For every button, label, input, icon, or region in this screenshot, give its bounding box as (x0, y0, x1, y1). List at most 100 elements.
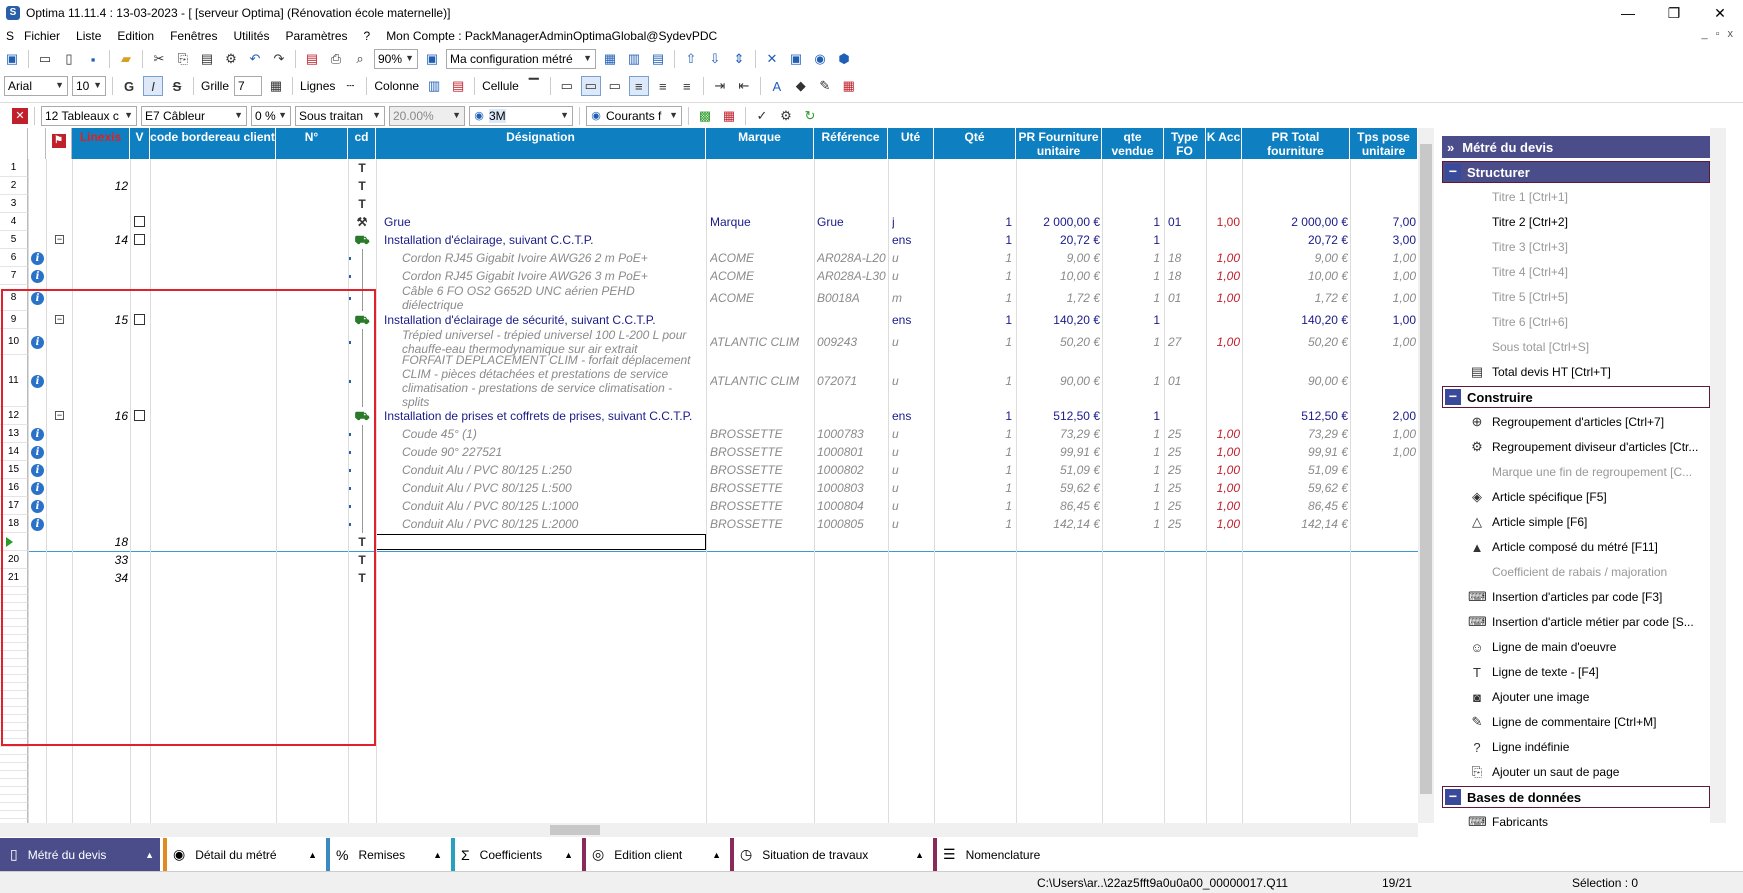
panel-title[interactable]: » Métré du devis (1442, 136, 1710, 158)
panel-scrollbar[interactable] (1710, 128, 1726, 823)
calendar-icon[interactable]: ▦ (719, 106, 739, 126)
format-painter-icon[interactable]: ✎ (815, 76, 835, 96)
pdf-icon[interactable]: ▤ (302, 49, 322, 69)
panel-group-2[interactable]: − Bases de données (1442, 786, 1710, 808)
scroll-thumb[interactable] (550, 825, 600, 835)
panel-item[interactable]: ⌨ Fabricants (1468, 811, 1548, 833)
refresh-icon[interactable]: ↻ (800, 106, 820, 126)
print-icon[interactable]: ⎙ (326, 49, 346, 69)
header-marque[interactable]: Marque (706, 128, 814, 159)
move-up-icon[interactable]: ⇧ (681, 49, 701, 69)
tab-6[interactable]: ☰ Nomenclature (933, 838, 1081, 871)
copy-doc-icon[interactable]: ▯ (59, 49, 79, 69)
grid-lines-icon[interactable]: ▦ (266, 76, 286, 96)
row-number[interactable]: 6 (0, 249, 28, 267)
header-qte-vendue[interactable]: qte vendue (1102, 128, 1164, 159)
panel-item[interactable]: ◈ Article spécifique [F5] (1468, 486, 1607, 508)
collapse-minus-icon[interactable]: − (55, 315, 64, 324)
info-icon[interactable]: i (31, 335, 44, 349)
header-ute[interactable]: Uté (888, 128, 934, 159)
outdent-icon[interactable]: ⇤ (734, 76, 754, 96)
align-right-icon[interactable]: ≡ (677, 76, 697, 96)
panel-item[interactable]: T Ligne de texte - [F4] (1468, 661, 1599, 683)
row-number[interactable]: 3 (0, 195, 28, 213)
validate-checkbox[interactable] (134, 216, 145, 227)
validate-checkbox[interactable] (134, 314, 145, 325)
menu-fichier[interactable]: Fichier (16, 29, 68, 43)
mdi-close-icon[interactable]: x (1728, 28, 1734, 40)
row-number[interactable]: 14 (0, 443, 28, 461)
menu-edition[interactable]: Edition (109, 29, 162, 43)
header-pr-fourniture[interactable]: PR Fourniture unitaire (1016, 128, 1102, 159)
row-number[interactable]: 4 (0, 213, 28, 231)
mdi-minimize-icon[interactable]: _ (1701, 28, 1707, 40)
tab-3[interactable]: Σ Coefficients ▲ (451, 838, 579, 871)
bold-button[interactable]: G (119, 76, 139, 96)
panel-item[interactable]: △ Article simple [F6] (1468, 511, 1587, 533)
panel-item[interactable]: ◙ Ajouter une image (1468, 686, 1589, 708)
menu-account[interactable]: Mon Compte : PackManagerAdminOptimaGloba… (378, 29, 725, 43)
tab-arrow-icon[interactable]: ▲ (712, 850, 721, 860)
valign-top-icon[interactable]: ▭ (557, 76, 577, 96)
move-down-icon[interactable]: ⇩ (705, 49, 725, 69)
panel-group-1[interactable]: − Construire (1442, 386, 1710, 408)
composed-article-icon[interactable]: ⛟ (354, 311, 370, 329)
tab-4[interactable]: ◎ Edition client ▲ (582, 838, 727, 871)
fill-color-icon[interactable]: ◆ (791, 76, 811, 96)
tab-1[interactable]: ◉ Détail du métré ▲ (163, 838, 323, 871)
row-number[interactable]: 7 (0, 267, 28, 285)
globe-icon[interactable]: ◉ (810, 49, 830, 69)
text-line-icon[interactable]: T (354, 551, 370, 569)
tab-arrow-icon[interactable]: ▲ (145, 850, 154, 860)
row-number[interactable]: 1 (0, 159, 28, 177)
tableaux-select[interactable]: 12 Tableaux c ▼ (41, 105, 137, 126)
row-number[interactable] (0, 533, 28, 551)
info-icon[interactable]: i (31, 481, 44, 495)
text-line-icon[interactable]: T (354, 195, 370, 213)
header-v[interactable]: V (130, 128, 150, 159)
row-number[interactable]: 17 (0, 497, 28, 515)
valign-middle-icon[interactable]: ▭ (580, 76, 601, 96)
header-tps-pose[interactable]: Tps pose unitaire (1350, 128, 1418, 159)
collapse-minus-icon[interactable]: − (55, 235, 64, 244)
row-number[interactable]: 16 (0, 479, 28, 497)
composed-article-icon[interactable]: ⛟ (354, 231, 370, 249)
info-icon[interactable]: i (31, 251, 44, 265)
cell-border-icon[interactable]: ▔ (524, 76, 544, 96)
panel-item[interactable]: ▲ Article composé du métré [F11] (1468, 536, 1658, 558)
text-line-icon[interactable]: T (354, 159, 370, 177)
composed-article-icon[interactable]: ⛟ (354, 407, 370, 425)
open-folder-icon[interactable]: ▰ (116, 49, 136, 69)
cut-icon[interactable]: ✂ (149, 49, 169, 69)
info-icon[interactable]: i (31, 517, 44, 531)
save-icon[interactable]: ▪ (83, 49, 103, 69)
spell-check-icon[interactable]: ✓ (752, 106, 772, 126)
courants-select[interactable]: ◉ Courants f ▼ (586, 105, 682, 126)
info-icon[interactable]: i (31, 445, 44, 459)
copy-icon[interactable]: ⎘ (173, 49, 193, 69)
panel-item[interactable]: ☺ Ligne de main d'oeuvre (1468, 636, 1616, 658)
columns-icon[interactable]: ▥ (624, 49, 644, 69)
tools-icon[interactable]: ✕ (762, 49, 782, 69)
clear-icon[interactable]: ⚙ (221, 49, 241, 69)
text-line-icon[interactable]: T (354, 533, 370, 551)
info-icon[interactable]: i (31, 291, 44, 305)
info-icon[interactable]: i (31, 427, 44, 441)
supplier-select[interactable]: ◉ 3M ▼ (469, 105, 573, 126)
collapse-minus-icon[interactable]: − (55, 411, 64, 420)
menu-fenetres[interactable]: Fenêtres (162, 29, 225, 43)
panel-item[interactable]: ✎ Ligne de commentaire [Ctrl+M] (1468, 711, 1657, 733)
menu-liste[interactable]: Liste (68, 29, 109, 43)
info-icon[interactable]: i (31, 269, 44, 283)
panel-item[interactable]: ⌨ Insertion d'article métier par code [S.… (1468, 611, 1694, 633)
panel-group-0[interactable]: − Structurer (1442, 161, 1710, 183)
menu-utilites[interactable]: Utilités (225, 29, 277, 43)
panel-item[interactable]: ? Ligne indéfinie (1468, 736, 1569, 758)
align-left-icon[interactable]: ≡ (628, 76, 649, 96)
colonne-icon[interactable]: ▥ (424, 76, 444, 96)
strike-button[interactable]: S (167, 76, 187, 96)
indent-icon[interactable]: ⇥ (710, 76, 730, 96)
font-size-select[interactable]: 10 ▼ (72, 76, 106, 96)
header-numero[interactable]: N° (276, 128, 348, 159)
scroll-thumb[interactable] (1420, 144, 1432, 794)
